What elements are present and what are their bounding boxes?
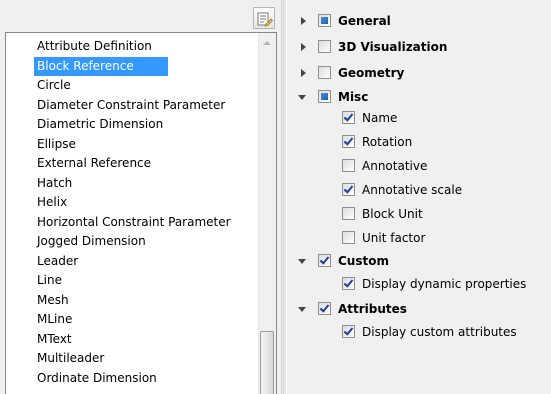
tree-node-label: Geometry bbox=[338, 66, 405, 80]
list-item-label: Line bbox=[37, 273, 63, 287]
list-item[interactable]: Diametric Dimension bbox=[6, 115, 260, 135]
list-item-label: Mesh bbox=[37, 292, 69, 307]
list-item[interactable]: MLine bbox=[6, 310, 260, 330]
tree-item-unit-factor[interactable]: Unit factor bbox=[288, 227, 551, 249]
list-item-label: Diametric Dimension bbox=[37, 117, 164, 131]
tree-item-label: Unit factor bbox=[362, 231, 426, 245]
list-item[interactable]: External Reference bbox=[6, 154, 260, 174]
tree-node-general[interactable]: General bbox=[288, 10, 551, 32]
tree-node-attributes[interactable]: Attributes bbox=[288, 298, 551, 320]
annotative-checkbox[interactable] bbox=[342, 159, 355, 172]
name-checkbox[interactable] bbox=[342, 111, 355, 124]
tree-item-name[interactable]: Name bbox=[288, 107, 551, 129]
geometry-checkbox[interactable] bbox=[318, 66, 331, 79]
list-item-label: Circle bbox=[37, 78, 71, 92]
list-item[interactable]: Block Reference bbox=[6, 56, 260, 77]
tree-node-label: Attributes bbox=[338, 302, 407, 316]
list-item[interactable]: Mesh bbox=[6, 291, 260, 311]
attributes-checkbox[interactable] bbox=[318, 302, 331, 315]
tree-node-3d-visualization[interactable]: 3D Visualization bbox=[288, 36, 551, 58]
list-item-label: MLine bbox=[37, 312, 73, 326]
expand-arrow-icon[interactable] bbox=[296, 62, 310, 84]
tree-item-label: Annotative bbox=[362, 159, 428, 173]
general-checkbox[interactable] bbox=[318, 14, 331, 27]
list-item[interactable]: Helix bbox=[6, 193, 260, 213]
list-item-label: Ordinate Dimension bbox=[37, 370, 157, 385]
block-unit-checkbox[interactable] bbox=[342, 207, 355, 220]
list-item-label: Multileader bbox=[37, 351, 105, 365]
list-item-label: Hatch bbox=[37, 175, 73, 190]
tree-node-label: General bbox=[338, 14, 391, 28]
tree-item-label: Display dynamic properties bbox=[362, 277, 527, 291]
tree-node-misc[interactable]: Misc bbox=[288, 86, 551, 108]
tree-item-label: Name bbox=[362, 111, 398, 125]
tree-item-display-custom-attributes[interactable]: Display custom attributes bbox=[288, 321, 551, 343]
list-item-label: Horizontal Constraint Parameter bbox=[37, 214, 231, 229]
expand-arrow-icon[interactable] bbox=[296, 36, 310, 58]
list-item-label: Jogged Dimension bbox=[37, 234, 146, 248]
list-item-label: Diameter Constraint Parameter bbox=[37, 97, 226, 112]
list-item[interactable]: Horizontal Constraint Parameter bbox=[6, 213, 260, 233]
tree-item-block-unit[interactable]: Block Unit bbox=[288, 203, 551, 225]
list-item-label: Leader bbox=[37, 253, 79, 268]
tree-item-annotative-scale[interactable]: Annotative scale bbox=[288, 179, 551, 201]
properties-filter-dialog: Attribute Definition Block Reference Circl… bbox=[0, 0, 551, 394]
panel-splitter[interactable] bbox=[281, 0, 287, 394]
scroll-thumb[interactable] bbox=[260, 331, 274, 394]
list-item[interactable]: Ellipse bbox=[6, 135, 260, 155]
scroll-up-arrow-icon[interactable] bbox=[263, 41, 271, 45]
display-dynamic-properties-checkbox[interactable] bbox=[342, 277, 355, 290]
edit-list-icon bbox=[257, 12, 273, 27]
tree-item-annotative[interactable]: Annotative bbox=[288, 155, 551, 177]
tree-item-label: Display custom attributes bbox=[362, 325, 517, 339]
list-item[interactable]: Diameter Constraint Parameter bbox=[6, 96, 260, 116]
tree-node-geometry[interactable]: Geometry bbox=[288, 62, 551, 84]
tree-item-display-dynamic-properties[interactable]: Display dynamic properties bbox=[288, 273, 551, 295]
list-item-label: Block Reference bbox=[34, 56, 168, 76]
annotative-scale-checkbox[interactable] bbox=[342, 183, 355, 196]
list-item-label: Ellipse bbox=[37, 136, 76, 151]
collapse-arrow-icon[interactable] bbox=[295, 298, 309, 320]
collapse-arrow-icon[interactable] bbox=[295, 86, 309, 108]
list-item-label: Attribute Definition bbox=[37, 39, 152, 53]
list-item[interactable]: Multileader bbox=[6, 349, 260, 369]
display-custom-attributes-checkbox[interactable] bbox=[342, 325, 355, 338]
list-item[interactable]: Hatch bbox=[6, 174, 260, 194]
visualization-3d-checkbox[interactable] bbox=[318, 40, 331, 53]
tree-node-custom[interactable]: Custom bbox=[288, 250, 551, 272]
list-item[interactable]: Ordinate Dimension bbox=[6, 369, 260, 389]
list-item[interactable]: MText bbox=[6, 330, 260, 350]
list-item[interactable]: Circle bbox=[6, 76, 260, 96]
list-item-label: Helix bbox=[37, 195, 68, 209]
tree-node-label: Custom bbox=[338, 254, 389, 268]
tree-node-label: 3D Visualization bbox=[338, 40, 448, 54]
tree-node-label: Misc bbox=[338, 90, 369, 104]
collapse-arrow-icon[interactable] bbox=[295, 250, 309, 272]
list-scrollbar[interactable] bbox=[258, 33, 276, 394]
list-item[interactable]: Leader bbox=[6, 252, 260, 272]
custom-checkbox[interactable] bbox=[318, 254, 331, 267]
entity-list-items: Attribute Definition Block Reference Circl… bbox=[6, 37, 260, 388]
tree-item-label: Annotative scale bbox=[362, 183, 463, 197]
rotation-checkbox[interactable] bbox=[342, 135, 355, 148]
list-item-label: MText bbox=[37, 331, 72, 346]
property-tree: General 3D Visualization Geometry Misc N… bbox=[288, 0, 551, 394]
tree-item-label: Rotation bbox=[362, 135, 413, 149]
unit-factor-checkbox[interactable] bbox=[342, 231, 355, 244]
expand-arrow-icon[interactable] bbox=[296, 10, 310, 32]
entity-type-list[interactable]: Attribute Definition Block Reference Circl… bbox=[5, 32, 277, 394]
tree-item-label: Block Unit bbox=[362, 207, 423, 221]
list-item[interactable]: Jogged Dimension bbox=[6, 232, 260, 252]
list-item-label: External Reference bbox=[37, 156, 152, 170]
list-item[interactable]: Attribute Definition bbox=[6, 37, 260, 57]
edit-list-button[interactable] bbox=[253, 7, 275, 29]
list-item[interactable]: Line bbox=[6, 271, 260, 291]
misc-checkbox[interactable] bbox=[318, 90, 331, 103]
tree-item-rotation[interactable]: Rotation bbox=[288, 131, 551, 153]
